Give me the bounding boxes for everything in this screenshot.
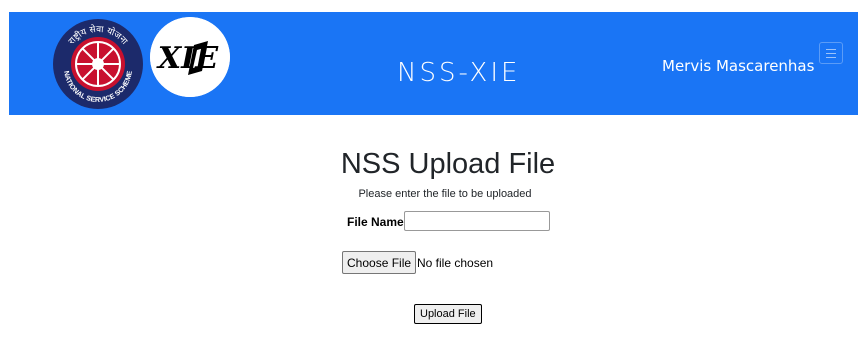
page-title: NSS Upload File xyxy=(340,148,556,180)
hamburger-icon xyxy=(826,48,836,50)
xie-logo[interactable]: XIE xyxy=(150,17,230,97)
file-name-label: File Name xyxy=(347,215,404,229)
upload-file-button[interactable]: Upload File xyxy=(414,304,482,324)
user-name[interactable]: Mervis Mascarenhas xyxy=(662,57,814,75)
menu-toggle-button[interactable] xyxy=(819,42,843,64)
file-status-text: No file chosen xyxy=(417,256,494,270)
choose-file-button[interactable]: Choose File xyxy=(342,251,417,274)
brand-title[interactable]: NSS-XIE xyxy=(397,58,520,88)
xie-logo-text: XIE xyxy=(156,41,219,76)
nss-logo[interactable]: राष्ट्रीय सेवा योजना NATIONAL SERVICE SC… xyxy=(52,18,144,110)
page-subtitle: Please enter the file to be uploaded xyxy=(358,188,532,200)
file-name-input[interactable] xyxy=(404,211,550,231)
navbar: राष्ट्रीय सेवा योजना NATIONAL SERVICE SC… xyxy=(9,12,858,115)
nss-logo-emblem: राष्ट्रीय सेवा योजना NATIONAL SERVICE SC… xyxy=(53,19,143,109)
xie-logo-mark: XIE xyxy=(150,17,230,97)
